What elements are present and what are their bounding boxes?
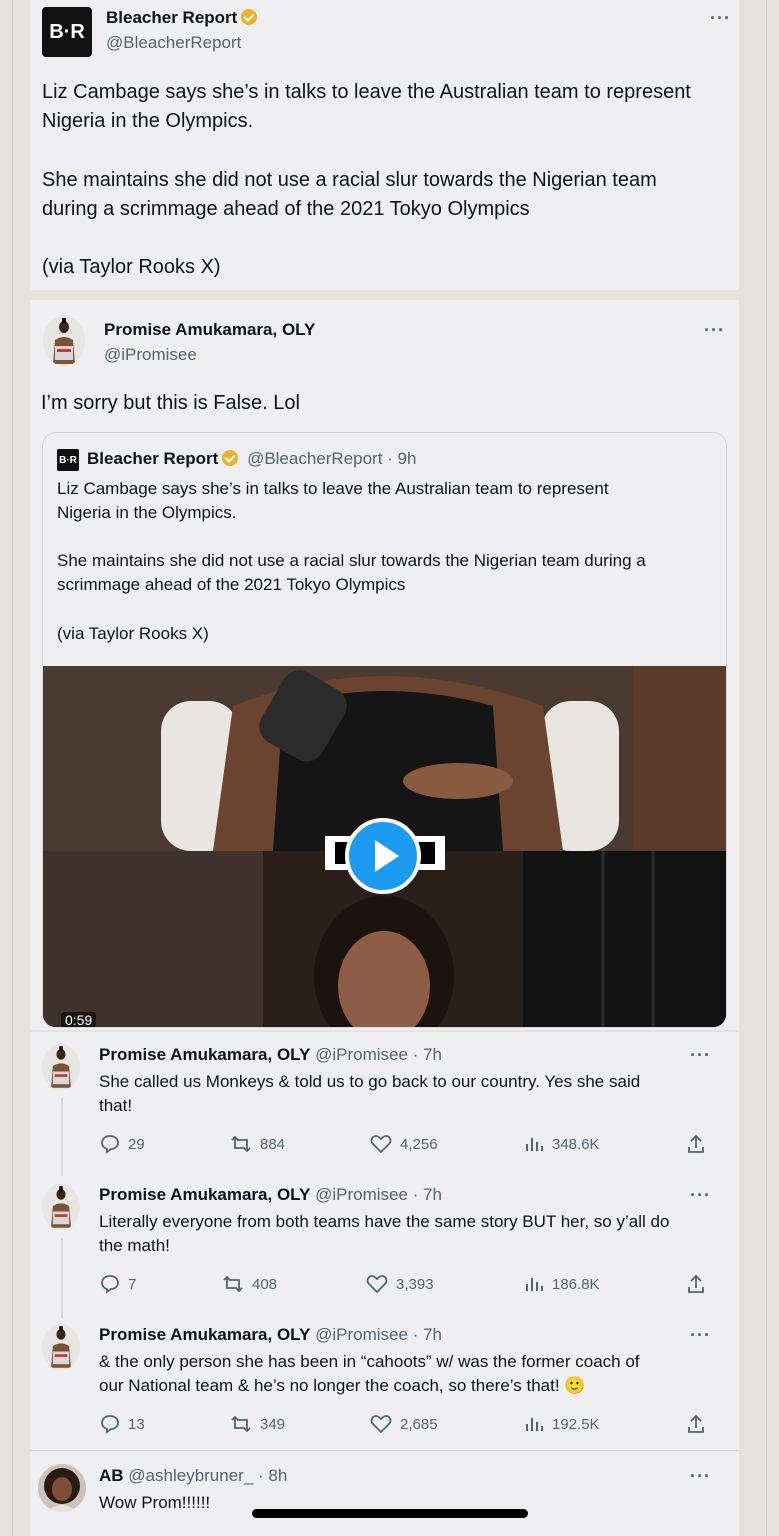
reply-author[interactable]: Promise Amukamara, OLY @iPromisee · 7h [99,1045,442,1065]
author-name[interactable]: Bleacher Report [106,8,258,28]
more-options-icon[interactable]: ··· [690,1045,711,1066]
home-indicator[interactable] [252,1509,528,1518]
basketball-player-icon [42,1184,80,1230]
reply-button[interactable]: 13 [100,1414,145,1434]
reply-author[interactable]: Promise Amukamara, OLY @iPromisee · 7h [99,1185,442,1205]
analytics-icon [526,1278,543,1291]
divider [30,1450,739,1451]
verified-badge-icon [241,9,258,25]
reply-tweet[interactable]: AB @ashleybruner_ · 8h ··· Wow Prom!!!!!… [0,1460,779,1536]
heart-icon [370,1135,392,1154]
basketball-player-icon [42,1324,80,1370]
views-button[interactable]: 348.6K [524,1134,600,1154]
repost-button[interactable]: 349 [230,1414,285,1434]
avatar[interactable] [42,1184,80,1230]
views-button[interactable]: 186.8K [524,1274,600,1294]
more-options-icon[interactable]: ··· [690,1325,711,1346]
reply-text-line: Literally everyone from both teams have … [99,1212,670,1231]
repost-icon [223,1275,243,1293]
tweet-text: I’m sorry but this is False. Lol [41,392,300,414]
quoted-text-line: Liz Cambage says she’s in talks to leave… [57,479,609,498]
more-options-icon[interactable]: ··· [690,1185,711,1206]
quoted-text-line: (via Taylor Rooks X) [57,624,209,643]
repost-button[interactable]: 408 [222,1274,277,1294]
reply-author[interactable]: AB @ashleybruner_ · 8h [99,1466,287,1486]
reply-text-line: Wow Prom!!!!!! [99,1493,211,1512]
avatar[interactable] [42,1044,80,1090]
quoted-text-line: Nigeria in the Olympics. [57,503,237,522]
video-player[interactable]: 0:59 [43,666,726,1027]
heart-icon [370,1415,392,1434]
avatar[interactable] [38,1464,86,1512]
reply-tweet[interactable]: Promise Amukamara, OLY @iPromisee · 7h ·… [0,1040,779,1170]
author-handle[interactable]: @BleacherReport [106,33,241,53]
quoted-text-line: She maintains she did not use a racial s… [57,551,646,570]
avatar[interactable] [43,316,85,366]
basketball-player-icon [42,1044,80,1090]
play-icon [375,840,399,872]
tweet-bleacher-report[interactable]: B·R Bleacher Report @BleacherReport ··· … [30,0,739,290]
repost-button[interactable]: 884 [230,1134,285,1154]
author-handle[interactable]: @iPromisee [104,345,197,365]
quoted-author[interactable]: Bleacher Report @BleacherReport · 9h [87,449,416,469]
reply-text-line: & the only person she has been in “cahoo… [99,1352,640,1371]
user-photo-icon [38,1464,86,1512]
repost-icon [231,1135,251,1153]
reply-text-line: our National team & he’s no longer the c… [99,1376,586,1395]
reply-button[interactable]: 29 [100,1134,145,1154]
reply-tweet[interactable]: Promise Amukamara, OLY @iPromisee · 7h ·… [0,1180,779,1310]
comment-icon [101,1275,119,1294]
verified-badge-icon [222,450,239,466]
comment-icon [101,1135,119,1154]
more-options-icon[interactable]: ··· [690,1466,711,1487]
tweet-text-line: She maintains she did not use a racial s… [42,169,657,191]
bleacher-report-logo: B·R [57,449,79,471]
reply-text-line: that! [99,1096,133,1115]
like-button[interactable]: 4,256 [370,1134,438,1154]
repost-icon [231,1415,251,1433]
reply-tweet[interactable]: Promise Amukamara, OLY @iPromisee · 7h ·… [0,1320,779,1450]
reply-text-line: the math! [99,1236,170,1255]
share-icon [688,1274,704,1293]
tweet-text-line: during a scrimmage ahead of the 2021 Tok… [42,198,530,220]
bleacher-report-logo[interactable]: B·R [42,7,92,57]
basketball-player-icon [43,316,85,366]
play-button[interactable] [345,818,421,894]
more-options-icon[interactable]: ··· [710,8,731,29]
more-options-icon[interactable]: ··· [704,320,725,341]
author-name[interactable]: Promise Amukamara, OLY [104,320,315,340]
tweet-text-line: (via Taylor Rooks X) [42,256,221,278]
avatar[interactable] [42,1324,80,1370]
like-button[interactable]: 3,393 [366,1274,434,1294]
views-button[interactable]: 192.5K [524,1414,600,1434]
tweet-text-line: Nigeria in the Olympics. [42,110,254,132]
heart-icon [366,1275,388,1294]
share-icon [688,1134,704,1153]
analytics-icon [526,1418,543,1431]
video-duration: 0:59 [61,1012,97,1027]
share-button[interactable] [686,1414,706,1434]
reply-button[interactable]: 7 [100,1274,136,1294]
quoted-text-line: scrimmage ahead of the 2021 Tokyo Olympi… [57,575,406,594]
comment-icon [101,1415,119,1434]
reply-author[interactable]: Promise Amukamara, OLY @iPromisee · 7h [99,1325,442,1345]
tweet-text-line: Liz Cambage says she’s in talks to leave… [42,81,691,103]
quoted-tweet[interactable]: B·R Bleacher Report @BleacherReport · 9h… [42,432,727,1028]
analytics-icon [526,1138,543,1151]
reply-text-line: She called us Monkeys & told us to go ba… [99,1072,641,1091]
share-button[interactable] [686,1134,706,1154]
share-icon [688,1414,704,1433]
like-button[interactable]: 2,685 [370,1414,438,1434]
share-button[interactable] [686,1274,706,1294]
